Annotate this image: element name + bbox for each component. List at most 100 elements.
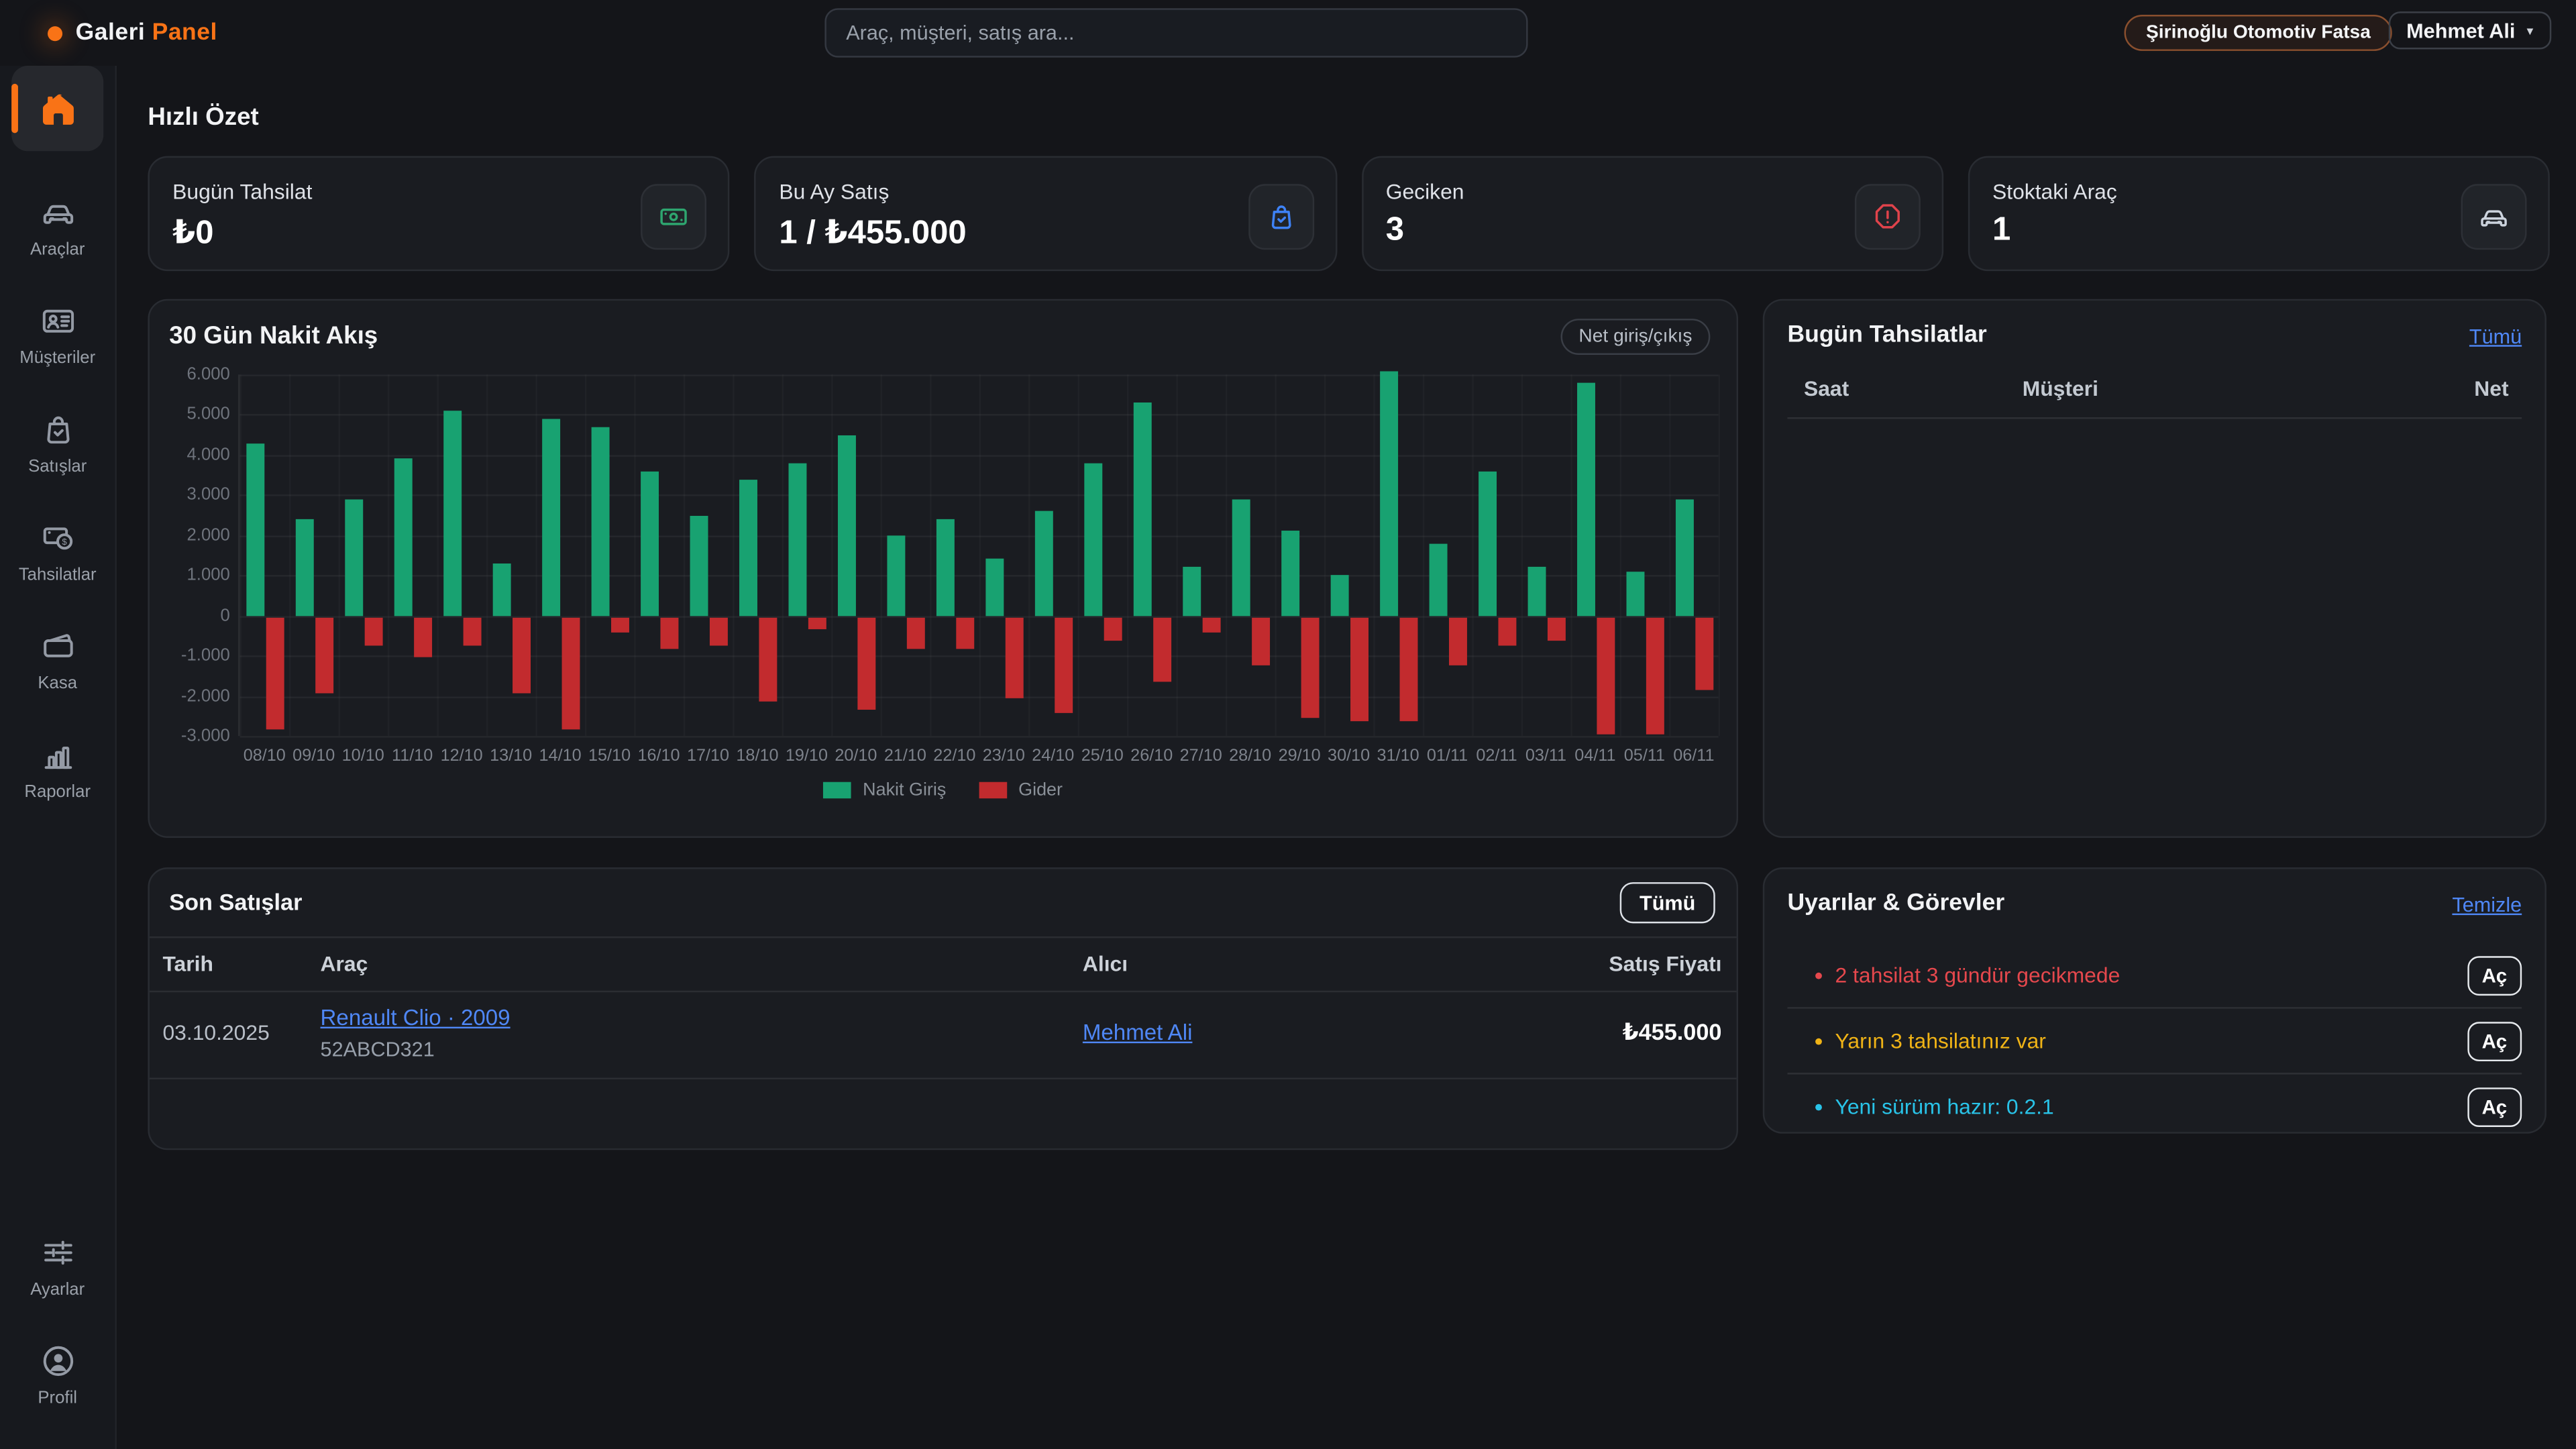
alert-octagon-icon — [1854, 184, 1920, 250]
alert-open-button[interactable]: Aç — [2467, 955, 2522, 995]
gridline-vertical — [585, 374, 586, 736]
cashflow-title: 30 Gün Nakit Akış — [169, 322, 378, 350]
alert-open-button[interactable]: Aç — [2467, 1021, 2522, 1061]
today-payments-header-row: Saat Müşteri Net — [1764, 376, 2544, 401]
bar-gider — [1152, 617, 1171, 682]
user-name: Mehmet Ali — [2406, 19, 2515, 42]
today-payments-all-link[interactable]: Tümü — [2469, 325, 2522, 348]
summary-card-stoktaki-arac: Stoktaki Araç1 — [1968, 156, 2550, 271]
y-tick-label: 3.000 — [158, 485, 230, 504]
bar-nakit-giris — [394, 459, 412, 615]
organization-badge: Şirinoğlu Otomotiv Fatsa — [2125, 15, 2392, 51]
bar-gider — [955, 617, 973, 649]
alert-item: Yarın 3 tahsilatınız varAç — [1787, 1009, 2522, 1075]
gridline-vertical — [1127, 374, 1128, 736]
sidebar-item-label: Kasa — [38, 674, 77, 693]
gridline-vertical — [338, 374, 339, 736]
summary-card-bugun-tahsilat: Bugün Tahsilat₺0 — [148, 156, 730, 271]
gridline-vertical — [1620, 374, 1621, 736]
bar-gider — [1695, 617, 1713, 690]
gridline-vertical — [1423, 374, 1424, 736]
user-menu-button[interactable]: Mehmet Ali ▾ — [2388, 11, 2551, 49]
column-header-saat: Saat — [1804, 376, 2023, 401]
alert-text: Yarın 3 tahsilatınız var — [1835, 1028, 2467, 1053]
x-tick-label: 18/10 — [733, 747, 782, 765]
gridline-vertical — [979, 374, 981, 736]
sidebar-item-kasa[interactable]: Kasa — [0, 606, 115, 715]
bar-gider — [610, 617, 629, 633]
bar-nakit-giris — [1330, 576, 1348, 616]
bar-gider — [1005, 617, 1023, 698]
column-header-tarih: Tarih — [162, 951, 320, 976]
sidebar-item-raporlar[interactable]: Raporlar — [0, 714, 115, 823]
sidebar-item-ayarlar[interactable]: Ayarlar — [0, 1212, 115, 1321]
gridline-vertical — [1570, 374, 1572, 736]
bar-gider — [266, 617, 284, 730]
sidebar-item-araclar[interactable]: Araçlar — [0, 172, 115, 281]
bullet-icon — [1815, 1038, 1822, 1044]
bar-nakit-giris — [1232, 499, 1250, 616]
bullet-icon — [1815, 1103, 1822, 1110]
legend-swatch — [979, 782, 1007, 798]
bar-gider — [364, 617, 382, 645]
gridline-vertical — [1028, 374, 1030, 736]
legend-item: Gider — [979, 780, 1063, 800]
summary-cards: Bugün Tahsilat₺0Bu Ay Satış1 / ₺455.000G… — [148, 156, 2549, 271]
x-tick-label: 05/11 — [1620, 747, 1669, 765]
sidebar-item-home[interactable] — [11, 66, 103, 151]
bar-gider — [857, 617, 875, 710]
x-tick-label: 04/11 — [1570, 747, 1619, 765]
gridline-vertical — [1275, 374, 1276, 736]
alert-item: 2 tahsilat 3 gündür gecikmedeAç — [1787, 943, 2522, 1009]
bar-nakit-giris — [640, 471, 658, 616]
bar-gider — [1596, 617, 1614, 734]
sidebar-item-label: Ayarlar — [30, 1280, 85, 1299]
x-tick-label: 01/11 — [1423, 747, 1472, 765]
today-payments-title: Bugün Tahsilatlar — [1787, 322, 1986, 348]
gridline-vertical — [437, 374, 438, 736]
bar-nakit-giris — [344, 499, 362, 616]
sale-price: ₺455.000 — [1623, 1018, 1722, 1046]
gridline-vertical — [289, 374, 290, 736]
alert-item: Yeni sürüm hazır: 0.2.1Aç — [1787, 1075, 2522, 1139]
sale-date: 03.10.2025 — [162, 1020, 320, 1045]
buyer-link[interactable]: Mehmet Ali — [1083, 1020, 1193, 1044]
search-input[interactable] — [824, 8, 1527, 57]
app-title: Galeri Panel — [76, 19, 217, 46]
bar-nakit-giris — [739, 479, 757, 616]
bar-gider — [1103, 617, 1121, 641]
bag-check-icon — [39, 411, 76, 448]
column-header-alici: Alıcı — [1083, 951, 1609, 976]
alert-open-button[interactable]: Aç — [2467, 1087, 2522, 1126]
id-card-icon — [39, 303, 76, 340]
sidebar-item-profil[interactable]: Profil — [0, 1321, 115, 1430]
column-header-arac: Araç — [321, 951, 1083, 976]
top-bar: Galeri Panel Şirinoğlu Otomotiv Fatsa Me… — [0, 0, 2576, 66]
x-tick-label: 11/10 — [388, 747, 437, 765]
sidebar-item-tahsilatlar[interactable]: $Tahsilatlar — [0, 498, 115, 606]
bar-gider — [1251, 617, 1269, 665]
home-icon — [37, 88, 78, 129]
gridline-vertical — [634, 374, 635, 736]
bar-nakit-giris — [1478, 471, 1496, 616]
page-title: Hızlı Özet — [148, 103, 258, 131]
bar-gider — [1300, 617, 1318, 718]
alerts-clear-link[interactable]: Temizle — [2452, 894, 2522, 916]
bar-nakit-giris — [295, 519, 313, 616]
gridline-vertical — [733, 374, 734, 736]
x-tick-label: 19/10 — [782, 747, 831, 765]
y-tick-label: 6.000 — [158, 365, 230, 384]
bar-nakit-giris — [1133, 402, 1151, 615]
recent-sales-body: 03.10.2025Renault Clio · 200952ABCD321Me… — [150, 992, 1737, 1079]
vehicle-link[interactable]: Renault Clio · 2009 — [321, 1006, 511, 1030]
gridline-vertical — [388, 374, 389, 736]
sidebar-item-musteriler[interactable]: Müşteriler — [0, 281, 115, 390]
sidebar-item-satislar[interactable]: Satışlar — [0, 389, 115, 498]
bar-gider — [1646, 617, 1664, 734]
bar-nakit-giris — [1428, 543, 1446, 616]
x-tick-label: 12/10 — [437, 747, 486, 765]
gridline-vertical — [486, 374, 488, 736]
recent-sales-all-button[interactable]: Tümü — [1620, 882, 1715, 923]
recent-sales-header-row: Tarih Araç Alıcı Satış Fiyatı — [150, 951, 1737, 976]
gridline-vertical — [1078, 374, 1079, 736]
